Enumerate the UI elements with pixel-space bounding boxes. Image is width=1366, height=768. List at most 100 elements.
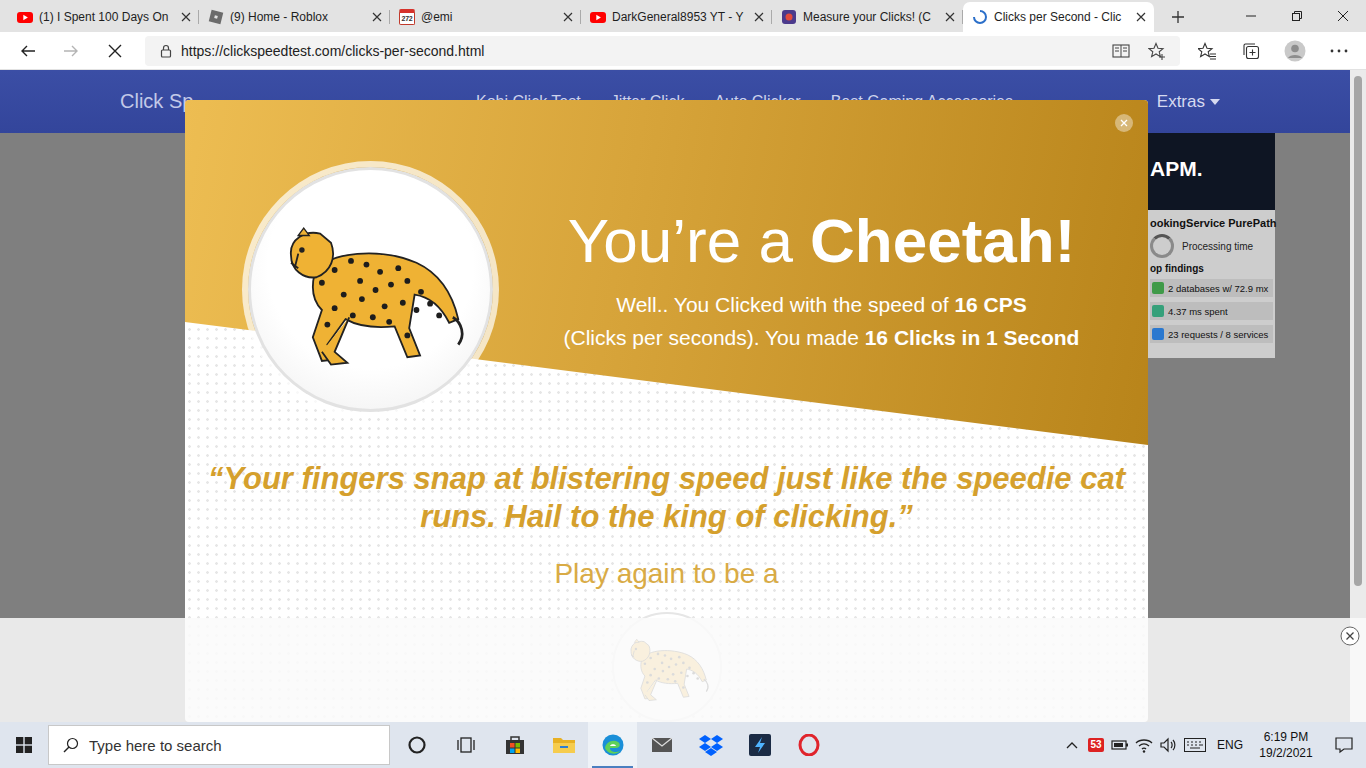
edge-icon[interactable] [601, 733, 625, 757]
browser-tab[interactable]: Measure your Clicks! (C [772, 2, 963, 32]
notifications-button[interactable] [1322, 722, 1366, 768]
title-prefix: You’re a [568, 206, 810, 275]
show-hidden-icons-icon[interactable] [1063, 736, 1081, 754]
title-rank: Cheetah! [810, 206, 1075, 275]
add-favorite-star-icon[interactable] [1142, 41, 1172, 61]
security-badge[interactable]: 53 [1088, 738, 1103, 752]
taskbar-app[interactable] [735, 722, 784, 768]
close-icon[interactable] [1136, 12, 1146, 22]
close-icon[interactable] [563, 12, 573, 22]
app-icon[interactable] [748, 733, 772, 757]
ad-panel: ookingService PurePathProcessing timeop … [1147, 210, 1275, 358]
toolbar-button[interactable] [1229, 35, 1273, 67]
more-menu-icon[interactable] [1328, 40, 1350, 62]
back-arrow-icon[interactable] [20, 43, 36, 59]
taskbar-app[interactable] [490, 722, 539, 768]
summary-segment: Well.. You Clicked with the speed of [616, 293, 954, 316]
finding-text: 23 requests / 8 services [1168, 329, 1268, 340]
ad-close-icon[interactable] [1340, 626, 1360, 646]
explorer-icon[interactable] [552, 733, 576, 757]
toolbar-button[interactable] [1317, 35, 1361, 67]
mail-icon[interactable] [650, 733, 674, 757]
scrollbar-thumb[interactable] [1354, 76, 1362, 586]
restore-icon[interactable] [1292, 11, 1302, 21]
play-again-text[interactable]: Play again to be a [554, 556, 778, 592]
wifi-button[interactable] [1132, 722, 1156, 768]
volume-icon[interactable] [1159, 736, 1177, 754]
taskview-icon[interactable] [454, 733, 478, 757]
battery-button[interactable] [1108, 722, 1132, 768]
taskbar-search[interactable]: Type here to search [48, 725, 390, 765]
input-language[interactable]: ENG [1210, 738, 1250, 752]
window-button[interactable] [1228, 0, 1274, 32]
profile-icon[interactable] [1284, 40, 1306, 62]
browser-tab[interactable]: 272@emi [390, 2, 581, 32]
windows-logo-icon[interactable] [16, 737, 32, 753]
volume-button[interactable] [1156, 722, 1180, 768]
close-icon[interactable] [945, 12, 955, 22]
forward-arrow-icon[interactable] [63, 43, 79, 59]
ad-finding: 4.37 ms spent [1150, 302, 1273, 320]
favorites-icon[interactable] [1196, 40, 1218, 62]
close-icon[interactable] [754, 12, 764, 22]
battery-icon[interactable] [1111, 736, 1129, 754]
address-field[interactable]: https://clickspeedtest.com/clicks-per-se… [145, 36, 1180, 66]
keyboard-icon[interactable] [1184, 738, 1206, 752]
stop-button[interactable] [97, 35, 133, 67]
store-icon[interactable] [503, 733, 527, 757]
toolbar-button[interactable] [1185, 35, 1229, 67]
taskbar-app[interactable] [392, 722, 441, 768]
taskbar-app[interactable] [588, 722, 637, 768]
side-ad[interactable]: APM.ookingService PurePathProcessing tim… [1147, 133, 1275, 358]
plus-icon[interactable] [1171, 10, 1185, 24]
stop-icon[interactable] [107, 43, 123, 59]
touch-keyboard-button[interactable] [1180, 722, 1210, 768]
search-icon[interactable] [63, 737, 79, 753]
back-button[interactable] [10, 35, 46, 67]
tab-label: Clicks per Second - Clic [994, 9, 1130, 25]
taskbar-app[interactable] [637, 722, 686, 768]
close-window-icon[interactable] [1338, 11, 1348, 21]
taskbar-app[interactable] [784, 722, 833, 768]
browser-tab[interactable]: DarkGeneral8953 YT - Y [581, 2, 772, 32]
url-text[interactable]: https://clickspeedtest.com/clicks-per-se… [181, 43, 1100, 59]
dropdown-caret-icon[interactable] [1210, 99, 1220, 105]
page-viewport: Click SpKohi Click TestJitter ClickAuto … [0, 70, 1366, 722]
security-app-button[interactable]: 53 [1084, 722, 1108, 768]
dropbox-icon[interactable] [699, 733, 723, 757]
notification-icon[interactable] [1335, 736, 1353, 754]
close-icon[interactable] [372, 12, 382, 22]
cortana-icon[interactable] [405, 733, 429, 757]
tab-label: Measure your Clicks! (C [803, 9, 939, 25]
window-button[interactable] [1320, 0, 1366, 32]
minimize-icon[interactable] [1246, 11, 1256, 21]
close-icon[interactable] [1120, 119, 1128, 127]
window-button[interactable] [1274, 0, 1320, 32]
clock-date[interactable]: 19/2/2021 [1259, 745, 1312, 761]
browser-tab[interactable]: (9) Home - Roblox [199, 2, 390, 32]
new-tab-button[interactable] [1158, 2, 1198, 32]
clock[interactable]: 6:19 PM19/2/2021 [1250, 729, 1322, 761]
reading-view-icon[interactable] [1108, 41, 1134, 61]
taskbar-app[interactable] [539, 722, 588, 768]
search-placeholder[interactable]: Type here to search [89, 737, 222, 754]
wifi-icon[interactable] [1135, 736, 1153, 754]
show-hidden-buttons-icon[interactable] [1060, 722, 1084, 768]
progress-ring-icon [1150, 234, 1174, 258]
browser-tab[interactable]: (1) I Spent 100 Days On [8, 2, 199, 32]
extras-menu[interactable]: Extras [1157, 92, 1220, 112]
lock-icon[interactable] [159, 44, 173, 58]
extras-label[interactable]: Extras [1157, 92, 1205, 112]
taskbar-app[interactable] [441, 722, 490, 768]
taskbar-app[interactable] [686, 722, 735, 768]
clock-time[interactable]: 6:19 PM [1264, 729, 1309, 745]
toolbar-button[interactable] [1273, 35, 1317, 67]
browser-tab[interactable]: Clicks per Second - Clic [963, 2, 1154, 32]
start-button[interactable] [0, 722, 48, 768]
collections-icon[interactable] [1240, 40, 1262, 62]
opera-icon[interactable] [797, 733, 821, 757]
bottom-ad-bar[interactable] [0, 618, 1366, 722]
forward-button[interactable] [53, 35, 89, 67]
modal-close-button[interactable] [1115, 114, 1133, 132]
close-icon[interactable] [181, 12, 191, 22]
